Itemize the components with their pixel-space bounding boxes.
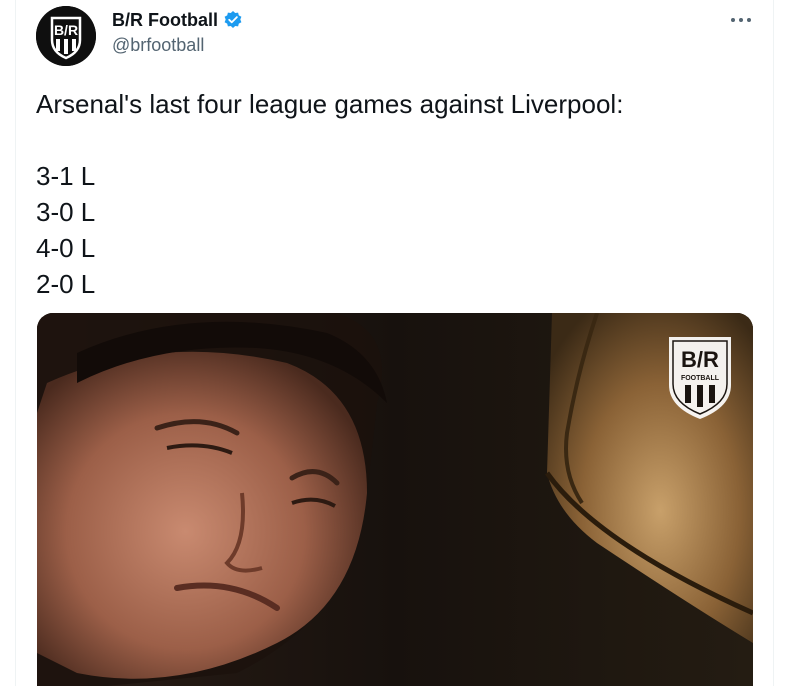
watermark-subtitle: FOOTBALL [681, 375, 720, 382]
tweet-card: B/R B/R Football @brfootball Arsenal's l… [0, 0, 800, 686]
author-name-row: B/R Football [112, 9, 243, 31]
tweet-text-line: 3-1 L [36, 161, 96, 191]
card-border-left [15, 0, 16, 686]
tweet-text: Arsenal's last four league games against… [36, 86, 756, 302]
tweet-media-image[interactable]: B/R FOOTBALL [37, 313, 753, 686]
tweet-text-line: 3-0 L [36, 197, 96, 227]
svg-text:B/R: B/R [54, 22, 78, 38]
more-options-icon [731, 18, 751, 22]
more-options-button[interactable] [724, 8, 758, 32]
author-handle[interactable]: @brfootball [112, 34, 204, 56]
media-photo [37, 313, 753, 686]
card-border-right [773, 0, 774, 686]
verified-badge-icon [224, 11, 242, 28]
tweet-text-line: Arsenal's last four league games against… [36, 89, 624, 119]
tweet-text-line: 4-0 L [36, 233, 96, 263]
author-display-name[interactable]: B/R Football [112, 9, 218, 31]
br-football-watermark-icon: B/R FOOTBALL [669, 337, 731, 419]
watermark-title: B/R [681, 347, 719, 372]
tweet-text-line: 2-0 L [36, 269, 96, 299]
tweet-text-line [36, 122, 756, 158]
br-logo-icon: B/R [36, 6, 96, 66]
author-avatar[interactable]: B/R [36, 6, 96, 66]
